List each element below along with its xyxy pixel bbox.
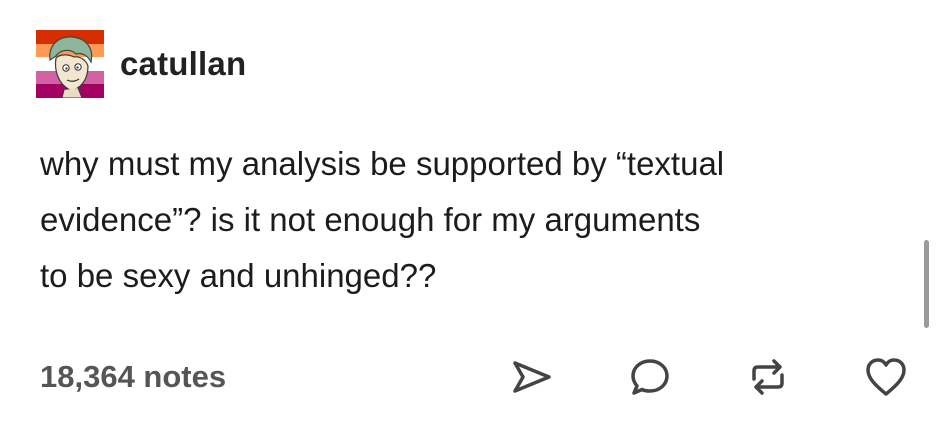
share-button[interactable]	[508, 353, 556, 401]
post-body-text: why must my analysis be supported by “te…	[40, 145, 725, 294]
tumblr-post: catullan why must my analysis be support…	[0, 0, 941, 436]
reblog-icon	[752, 359, 784, 395]
reblog-button[interactable]	[744, 353, 792, 401]
post-actions	[508, 352, 910, 402]
heart-icon	[866, 358, 906, 396]
avatar[interactable]	[36, 30, 104, 98]
username[interactable]: catullan	[120, 45, 246, 83]
reply-button[interactable]	[626, 353, 674, 401]
post-footer: 18,364 notes	[40, 352, 910, 402]
avatar-image	[36, 30, 104, 98]
speech-bubble-icon	[631, 359, 669, 395]
scrollbar[interactable]	[924, 240, 929, 328]
post-header: catullan	[36, 30, 246, 98]
notes-count[interactable]: 18,364 notes	[40, 359, 226, 395]
paper-plane-icon	[513, 361, 551, 393]
like-button[interactable]	[862, 353, 910, 401]
